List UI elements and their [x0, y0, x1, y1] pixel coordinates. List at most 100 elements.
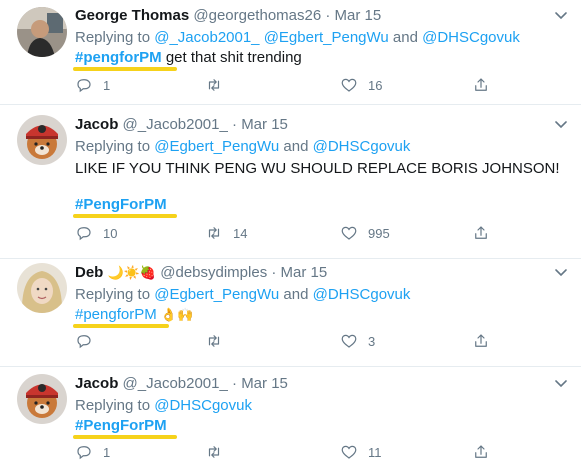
like-count: 11 — [368, 444, 382, 460]
and-label: and — [392, 29, 418, 46]
replying-to: Replying to @DHSCgovuk — [75, 397, 252, 414]
replying-to: Replying to @Egbert_PengWu and @DHSCgovu… — [75, 138, 410, 155]
like-button[interactable]: 995 — [340, 224, 390, 242]
mention-link[interactable]: @Egbert_PengWu — [154, 286, 279, 303]
tweet-actions: 1 16 — [75, 76, 515, 98]
like-icon — [341, 334, 357, 348]
handle[interactable]: @_Jacob2001_ — [123, 116, 228, 133]
separator-dot: · — [271, 264, 277, 281]
share-button[interactable] — [472, 76, 500, 94]
caret-down-icon[interactable] — [553, 376, 569, 392]
separator-dot: · — [232, 116, 238, 133]
tweet-actions: 3 — [75, 332, 515, 354]
tweet-date[interactable]: Mar 15 — [335, 7, 382, 24]
like-count: 995 — [368, 225, 390, 241]
tweet-actions: 1 11 — [75, 443, 515, 465]
tweet[interactable]: Jacob @_Jacob2001_ · Mar 15 Replying to … — [0, 105, 581, 258]
body-emoji: 👌🙌 — [160, 307, 194, 322]
reply-icon — [77, 227, 91, 241]
like-count: 3 — [368, 333, 376, 349]
tweet[interactable]: Jacob @_Jacob2001_ · Mar 15 Replying to … — [0, 367, 581, 466]
tweet-date[interactable]: Mar 15 — [281, 264, 328, 281]
share-button[interactable] — [472, 224, 500, 242]
tweet[interactable]: Deb 🌙☀️🍓 @debsydimples · Mar 15 Replying… — [0, 259, 581, 366]
like-button[interactable]: 3 — [340, 332, 375, 350]
display-name[interactable]: Jacob — [75, 116, 118, 133]
avatar[interactable] — [17, 263, 67, 313]
tweet-body: LIKE IF YOU THINK PENG WU SHOULD REPLACE… — [75, 160, 560, 177]
caret-down-icon[interactable] — [553, 117, 569, 133]
like-button[interactable]: 11 — [340, 443, 382, 461]
reply-button[interactable] — [75, 332, 103, 350]
share-icon — [475, 78, 487, 91]
replying-to: Replying to @_Jacob2001_ @Egbert_PengWu … — [75, 29, 520, 46]
mention-link[interactable]: @Egbert_PengWu — [154, 138, 279, 155]
hashtag-link[interactable]: #pengforPM — [73, 306, 169, 328]
retweet-button[interactable]: 14 — [205, 224, 247, 242]
reply-icon — [77, 79, 91, 93]
replying-label: Replying to — [75, 286, 151, 303]
mention-link[interactable]: @DHSCgovuk — [154, 397, 252, 414]
share-button[interactable] — [472, 332, 500, 350]
retweet-button[interactable] — [205, 76, 233, 94]
share-icon — [475, 334, 487, 347]
caret-down-icon[interactable] — [553, 265, 569, 281]
reply-button[interactable]: 1 — [75, 443, 110, 461]
retweet-icon — [208, 335, 220, 347]
mention-link[interactable]: @_Jacob2001_ — [154, 29, 259, 46]
display-name[interactable]: Deb — [75, 264, 103, 281]
replying-to: Replying to @Egbert_PengWu and @DHSCgovu… — [75, 286, 410, 303]
display-name[interactable]: Jacob — [75, 375, 118, 392]
reply-icon — [77, 335, 91, 349]
reply-button[interactable]: 1 — [75, 76, 110, 94]
and-label: and — [283, 138, 309, 155]
mention-link[interactable]: @Egbert_PengWu — [264, 29, 389, 46]
avatar[interactable] — [17, 115, 67, 165]
reply-count: 10 — [103, 225, 118, 241]
tweet-text: #pengforPM get that shit trending — [73, 49, 302, 71]
hashtag-link[interactable]: #PengForPM — [73, 417, 177, 439]
like-icon — [341, 78, 357, 92]
tweet-actions: 10 14 995 — [75, 224, 515, 246]
tweet-text: #pengforPM 👌🙌 — [73, 306, 194, 328]
retweet-count: 14 — [233, 225, 248, 241]
share-button[interactable] — [472, 443, 500, 461]
tweet-date[interactable]: Mar 15 — [241, 116, 288, 133]
handle[interactable]: @_Jacob2001_ — [123, 375, 228, 392]
retweet-button[interactable] — [205, 443, 233, 461]
avatar[interactable] — [17, 7, 67, 57]
tweet-body: get that shit trending — [165, 49, 302, 66]
hashtag-link[interactable]: #pengforPM — [73, 49, 177, 71]
retweet-button[interactable] — [205, 332, 233, 350]
retweet-icon — [208, 227, 220, 239]
share-icon — [475, 445, 487, 458]
retweet-icon — [208, 79, 220, 91]
replying-label: Replying to — [75, 138, 151, 155]
display-name[interactable]: George Thomas — [75, 7, 189, 24]
caret-down-icon[interactable] — [553, 8, 569, 24]
replying-label: Replying to — [75, 29, 151, 46]
like-count: 16 — [368, 77, 383, 93]
tweet[interactable]: George Thomas @georgethomas26 · Mar 15 R… — [0, 0, 581, 104]
replying-label: Replying to — [75, 397, 151, 414]
like-button[interactable]: 16 — [340, 76, 382, 94]
handle[interactable]: @debsydimples — [160, 264, 267, 281]
separator-dot: · — [325, 7, 331, 24]
like-icon — [341, 226, 357, 240]
reply-button[interactable]: 10 — [75, 224, 117, 242]
tweet-date[interactable]: Mar 15 — [241, 375, 288, 392]
yellow-underline — [73, 214, 177, 218]
hashtag-link[interactable]: #PengForPM — [73, 196, 177, 218]
separator-dot: · — [232, 375, 238, 392]
mention-link[interactable]: @DHSCgovuk — [422, 29, 520, 46]
avatar[interactable] — [17, 374, 67, 424]
share-icon — [475, 226, 487, 239]
yellow-underline — [73, 324, 169, 328]
mention-link[interactable]: @DHSCgovuk — [313, 138, 411, 155]
and-label: and — [283, 286, 309, 303]
tweet-text: #PengForPM — [73, 417, 177, 439]
reply-count: 1 — [103, 444, 111, 460]
mention-link[interactable]: @DHSCgovuk — [313, 286, 411, 303]
handle[interactable]: @georgethomas26 — [193, 7, 321, 24]
like-icon — [341, 445, 357, 459]
